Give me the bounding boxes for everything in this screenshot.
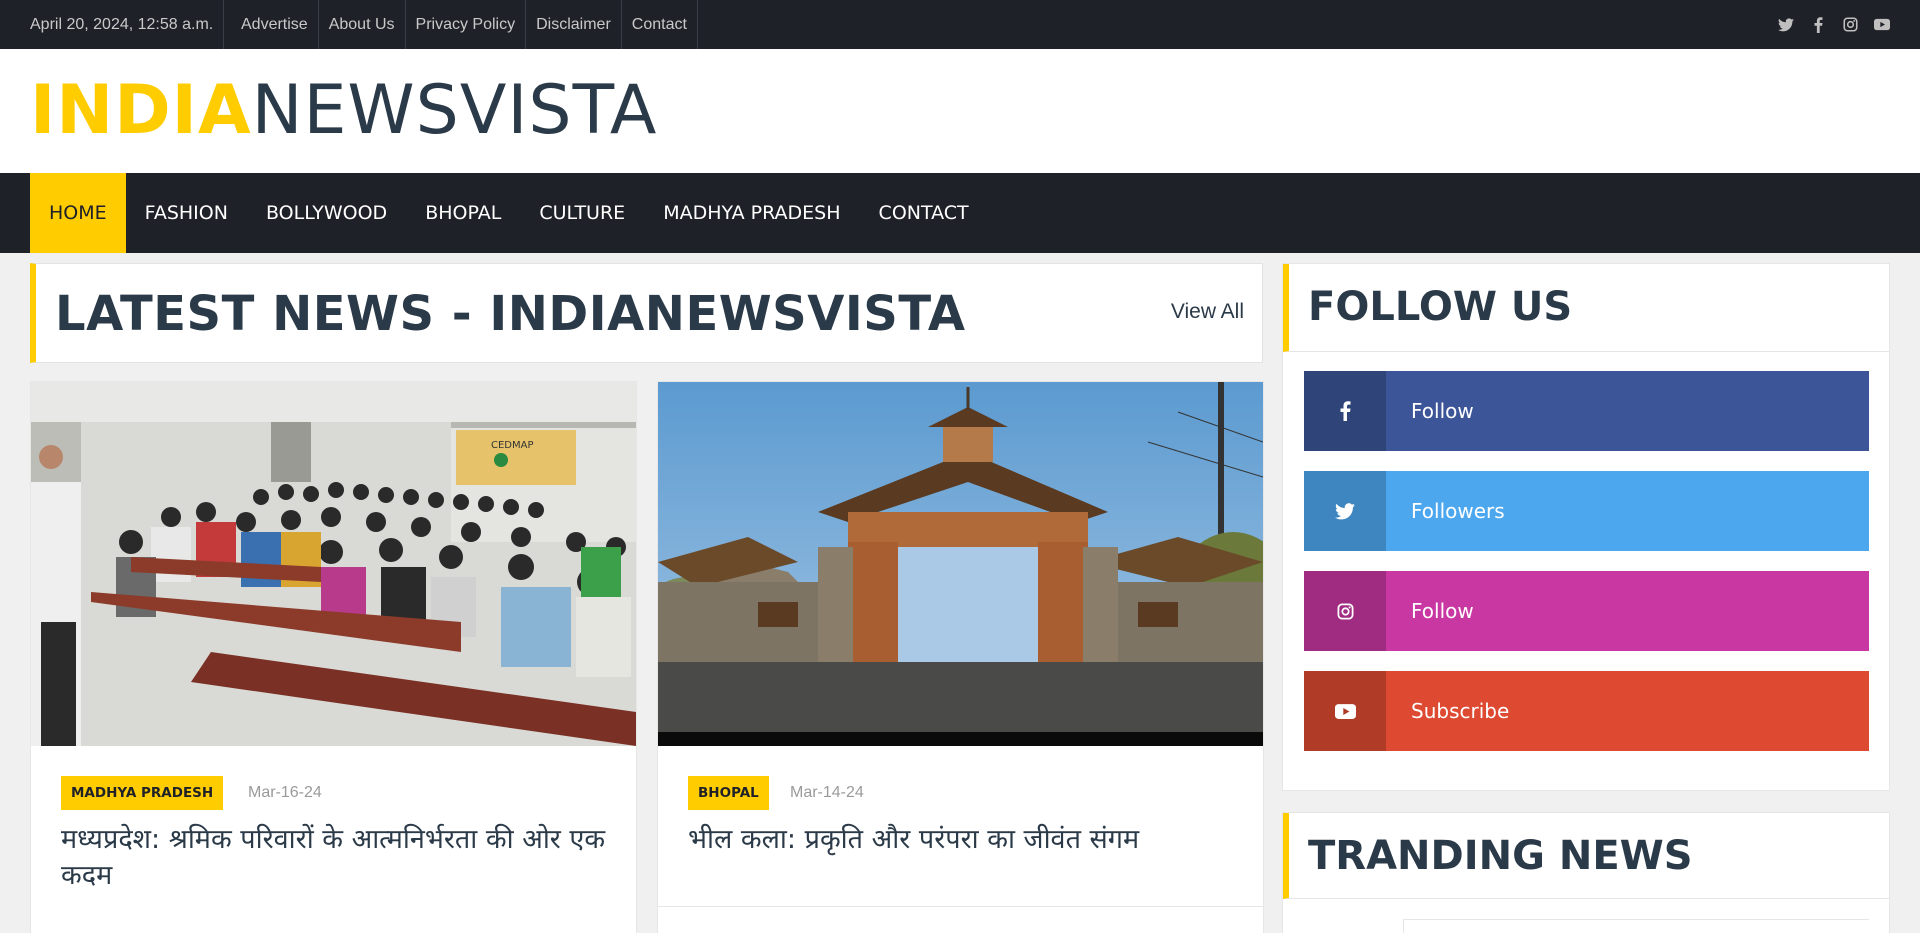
follow-us-widget: FOLLOW US Follow Followers Follow Subscr… (1282, 263, 1890, 791)
facebook-icon[interactable] (1810, 16, 1826, 33)
latest-news-header: LATEST NEWS - INDIANEWSVISTA View All (30, 263, 1263, 363)
twitter-followers-button[interactable]: Followers (1304, 471, 1869, 551)
twitter-icon[interactable] (1778, 17, 1794, 33)
logo-newsvista: NEWSVISTA (251, 71, 658, 150)
youtube-icon (1304, 671, 1386, 751)
category-badge[interactable]: BHOPAL (688, 776, 769, 810)
site-logo[interactable]: INDIANEWSVISTA (30, 71, 657, 151)
logo-india: INDIA (30, 71, 252, 150)
youtube-subscribe-button[interactable]: Subscribe (1304, 671, 1869, 751)
article-date: Mar-16-24 (248, 784, 322, 801)
nav-item-contact[interactable]: CONTACT (860, 173, 988, 253)
latest-news-title: LATEST NEWS - INDIANEWSVISTA (55, 286, 966, 342)
article-image-gateway[interactable] (658, 382, 1263, 746)
instagram-icon[interactable] (1842, 17, 1858, 33)
top-links: Advertise About Us Privacy Policy Discla… (231, 0, 698, 49)
view-all-link[interactable]: View All (1171, 300, 1244, 324)
trending-news-header: TRANDING NEWS (1283, 813, 1889, 899)
nav-item-bollywood[interactable]: BOLLYWOOD (247, 173, 406, 253)
main-navigation: HOME FASHION BOLLYWOOD BHOPAL CULTURE MA… (0, 173, 1920, 253)
nav-item-madhya-pradesh[interactable]: MADHYA PRADESH (644, 173, 859, 253)
trending-news-title: TRANDING NEWS (1308, 833, 1693, 879)
nav-item-fashion[interactable]: FASHION (126, 173, 247, 253)
instagram-follow-label: Follow (1411, 599, 1474, 623)
trending-item[interactable] (1403, 919, 1869, 933)
facebook-icon (1304, 371, 1386, 451)
twitter-icon (1304, 471, 1386, 551)
current-date: April 20, 2024, 12:58 a.m. (30, 0, 225, 49)
follow-us-header: FOLLOW US (1283, 264, 1889, 352)
facebook-follow-button[interactable]: Follow (1304, 371, 1869, 451)
instagram-icon (1304, 571, 1386, 651)
card-divider (658, 906, 1263, 907)
site-header: INDIANEWSVISTA (0, 49, 1920, 173)
top-bar: April 20, 2024, 12:58 a.m. Advertise Abo… (0, 0, 1920, 49)
twitter-followers-label: Followers (1411, 499, 1505, 523)
category-badge[interactable]: MADHYA PRADESH (61, 776, 224, 810)
trending-news-widget: TRANDING NEWS (1282, 812, 1890, 933)
privacy-policy-link[interactable]: Privacy Policy (406, 0, 527, 49)
nav-item-bhopal[interactable]: BHOPAL (406, 173, 520, 253)
advertise-link[interactable]: Advertise (231, 0, 319, 49)
article-date: Mar-14-24 (790, 784, 864, 801)
follow-us-title: FOLLOW US (1308, 284, 1573, 330)
article-card[interactable]: CEDMAP MADHYA PRADESH Mar-16-24 मध्यप्रद… (30, 381, 637, 933)
article-title[interactable]: भील कला: प्रकृति और परंपरा का जीवंत संगम (688, 822, 1238, 858)
nav-item-culture[interactable]: CULTURE (520, 173, 644, 253)
instagram-follow-button[interactable]: Follow (1304, 571, 1869, 651)
article-title[interactable]: मध्यप्रदेश: श्रमिक परिवारों के आत्मनिर्भ… (61, 822, 611, 894)
facebook-follow-label: Follow (1411, 399, 1474, 423)
contact-link[interactable]: Contact (622, 0, 698, 49)
nav-item-home[interactable]: HOME (30, 173, 126, 253)
article-card[interactable]: BHOPAL Mar-14-24 भील कला: प्रकृति और परं… (657, 381, 1264, 933)
youtube-icon[interactable] (1874, 17, 1890, 33)
disclaimer-link[interactable]: Disclaimer (526, 0, 622, 49)
about-us-link[interactable]: About Us (319, 0, 406, 49)
article-image-classroom[interactable]: CEDMAP (31, 382, 636, 746)
youtube-subscribe-label: Subscribe (1411, 699, 1510, 723)
banner-text: CEDMAP (491, 440, 534, 451)
top-social-icons (1778, 0, 1890, 49)
